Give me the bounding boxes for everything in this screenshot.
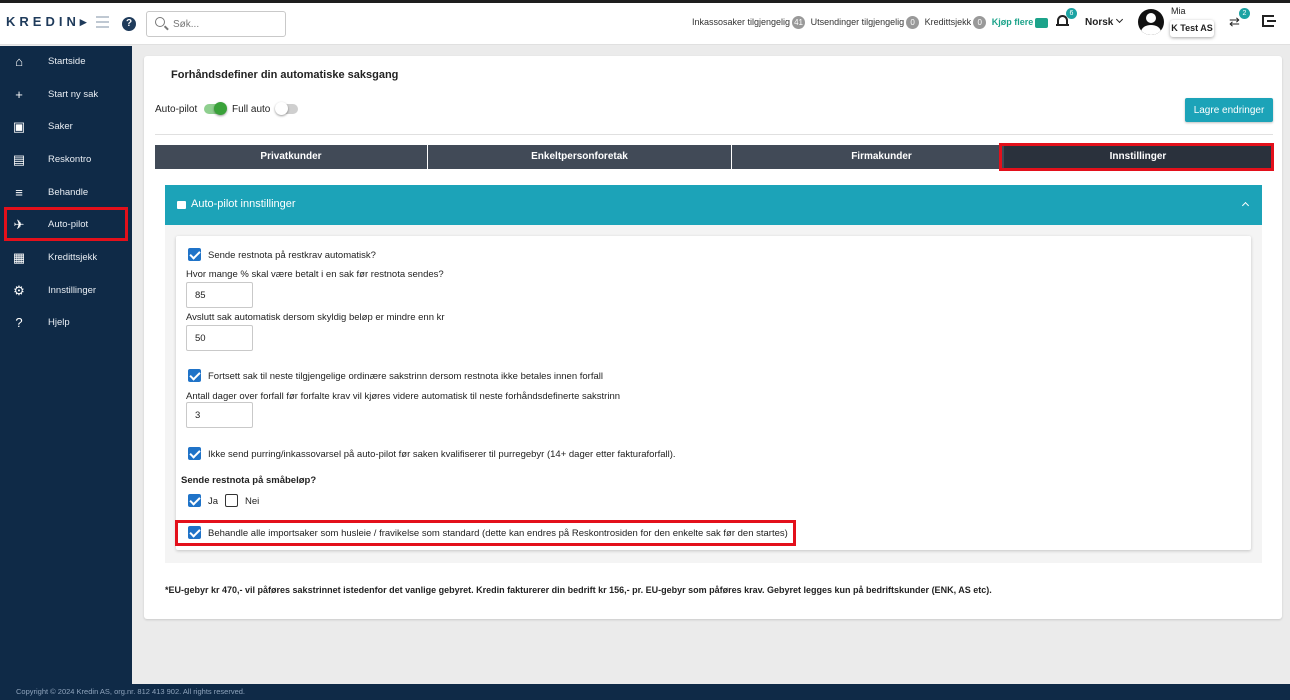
- tab-enkeltpersonforetak[interactable]: Enkeltpersonforetak: [428, 145, 731, 169]
- sidebar-item-label: Reskontro: [48, 154, 92, 165]
- percent-paid-label: Hvor mange % skal være betalt i en sak f…: [186, 269, 444, 280]
- close-threshold-input[interactable]: [186, 325, 253, 351]
- logo-text: KREDIN: [6, 14, 80, 29]
- tab-firmakunder[interactable]: Firmakunder: [732, 145, 1031, 169]
- avatar[interactable]: [1138, 9, 1164, 35]
- switch-badge: 2: [1239, 8, 1250, 19]
- counter-badge-collections: 41: [792, 16, 806, 29]
- panel-header[interactable]: Auto-pilot innstillinger: [165, 185, 1262, 225]
- rent-default-highlight-box: [175, 520, 796, 546]
- save-changes-button[interactable]: Lagre endringer: [1185, 98, 1273, 122]
- question-icon: ?: [15, 315, 23, 330]
- sidebar-item-reskontro[interactable]: ▤ Reskontro: [0, 144, 132, 176]
- footer: Copyright © 2024 Kredin AS, org.nr. 812 …: [0, 684, 1290, 700]
- menu-toggle-icon[interactable]: [96, 16, 109, 31]
- sidebar-item-startside[interactable]: ⌂ Startside: [0, 46, 132, 78]
- id-card-icon: ▦: [12, 250, 26, 265]
- eu-fee-footnote: *EU-gebyr kr 470,- vil påføres sakstrinn…: [165, 585, 992, 595]
- sidebar-item-innstillinger[interactable]: ⚙ Innstillinger: [0, 275, 132, 307]
- company-switch-button[interactable]: K Test AS: [1170, 20, 1214, 37]
- buy-more-link[interactable]: Kjøp flere: [992, 17, 1034, 27]
- kredin-logo[interactable]: KREDIN▸: [6, 14, 90, 30]
- plus-icon: +: [15, 87, 23, 102]
- chevron-up-icon[interactable]: [1241, 201, 1250, 210]
- panel-title: Auto-pilot innstillinger: [191, 198, 296, 210]
- small-amounts-heading: Sende restnota på småbeløp?: [181, 475, 317, 486]
- counter-badge-credit-checks: 0: [973, 16, 987, 29]
- sidebar-item-behandle[interactable]: ≡ Behandle: [0, 177, 132, 209]
- list-check-icon: ≡: [15, 185, 23, 200]
- home-icon: ⌂: [15, 54, 23, 69]
- close-threshold-label: Avslutt sak automatisk dersom skyldig be…: [186, 312, 445, 323]
- search-box[interactable]: [146, 11, 286, 37]
- days-overdue-input[interactable]: [186, 402, 253, 428]
- help-icon[interactable]: ?: [122, 17, 136, 31]
- gift-icon: [177, 201, 186, 209]
- availability-counters: Inkassosaker tilgjengelig 41 Utsendinger …: [692, 16, 1049, 29]
- innstillinger-tab-highlight-box: [999, 143, 1274, 171]
- continue-step-label: Fortsett sak til neste tilgjengelige ord…: [208, 371, 603, 382]
- send-restnota-checkbox[interactable]: [188, 248, 201, 261]
- no-reminder-label: Ikke send purring/inkassovarsel på auto-…: [208, 449, 676, 460]
- send-restnota-label: Sende restnota på restkrav automatisk?: [208, 250, 376, 261]
- auto-pilot-toggle-label: Auto-pilot: [155, 104, 198, 115]
- sidebar-item-hjelp[interactable]: ? Hjelp: [0, 307, 132, 339]
- sidebar-item-start-ny-sak[interactable]: + Start ny sak: [0, 79, 132, 111]
- language-select[interactable]: Norsk: [1085, 17, 1113, 28]
- small-amounts-yes-checkbox[interactable]: [188, 494, 201, 507]
- sidebar-item-saker[interactable]: ▣ Saker: [0, 111, 132, 143]
- briefcase-icon: ▣: [12, 119, 26, 134]
- counter-label-collections: Inkassosaker tilgjengelig: [692, 16, 791, 27]
- no-reminder-checkbox[interactable]: [188, 447, 201, 460]
- days-overdue-label: Antall dager over forfall før forfalte k…: [186, 391, 621, 402]
- sidebar: ⌂ Startside + Start ny sak ▣ Saker ▤ Res…: [0, 46, 132, 684]
- gear-icon: ⚙: [13, 283, 25, 298]
- sidebar-item-label: Saker: [48, 121, 73, 132]
- auto-pilot-toggle[interactable]: [204, 102, 227, 115]
- sidebar-item-label: Hjelp: [48, 317, 70, 328]
- tab-privatkunder[interactable]: Privatkunder: [155, 145, 427, 169]
- small-amounts-yes-label: Ja: [208, 496, 219, 507]
- sidebar-item-label: Start ny sak: [48, 89, 99, 100]
- search-input[interactable]: [173, 16, 281, 32]
- divider: [155, 134, 1273, 135]
- small-amounts-no-checkbox[interactable]: [225, 494, 238, 507]
- sidebar-item-label: Innstillinger: [48, 285, 97, 296]
- logout-icon[interactable]: [1262, 15, 1276, 27]
- document-icon: ▤: [12, 152, 26, 167]
- sidebar-item-kredittsjekk[interactable]: ▦ Kredittsjekk: [0, 242, 132, 274]
- copyright-text: Copyright © 2024 Kredin AS, org.nr. 812 …: [16, 687, 245, 696]
- small-amounts-no-label: Nei: [245, 496, 260, 507]
- counter-label-dispatches: Utsendinger tilgjengelig: [810, 16, 905, 27]
- page-title: Forhåndsdefiner din automatiske saksgang: [171, 69, 399, 81]
- continue-step-checkbox[interactable]: [188, 369, 201, 382]
- logo-arrow-icon: ▸: [79, 14, 91, 29]
- wallet-icon[interactable]: [1035, 17, 1049, 28]
- user-name: Mia: [1171, 6, 1186, 16]
- full-auto-toggle-label: Full auto: [232, 104, 271, 115]
- notification-badge: 6: [1066, 8, 1077, 19]
- search-icon: [155, 17, 165, 27]
- sidebar-item-label: Startside: [48, 56, 86, 67]
- percent-paid-input[interactable]: [186, 282, 253, 308]
- sidebar-item-label: Kredittsjekk: [48, 252, 98, 263]
- full-auto-toggle[interactable]: [275, 102, 298, 115]
- sidebar-item-label: Behandle: [48, 187, 89, 198]
- counter-label-credit-checks: Kredittsjekk: [924, 16, 972, 27]
- auto-pilot-highlight-box: [4, 207, 128, 241]
- swap-arrows-icon[interactable]: ⇄: [1229, 15, 1240, 28]
- counter-badge-dispatches: 0: [906, 16, 920, 29]
